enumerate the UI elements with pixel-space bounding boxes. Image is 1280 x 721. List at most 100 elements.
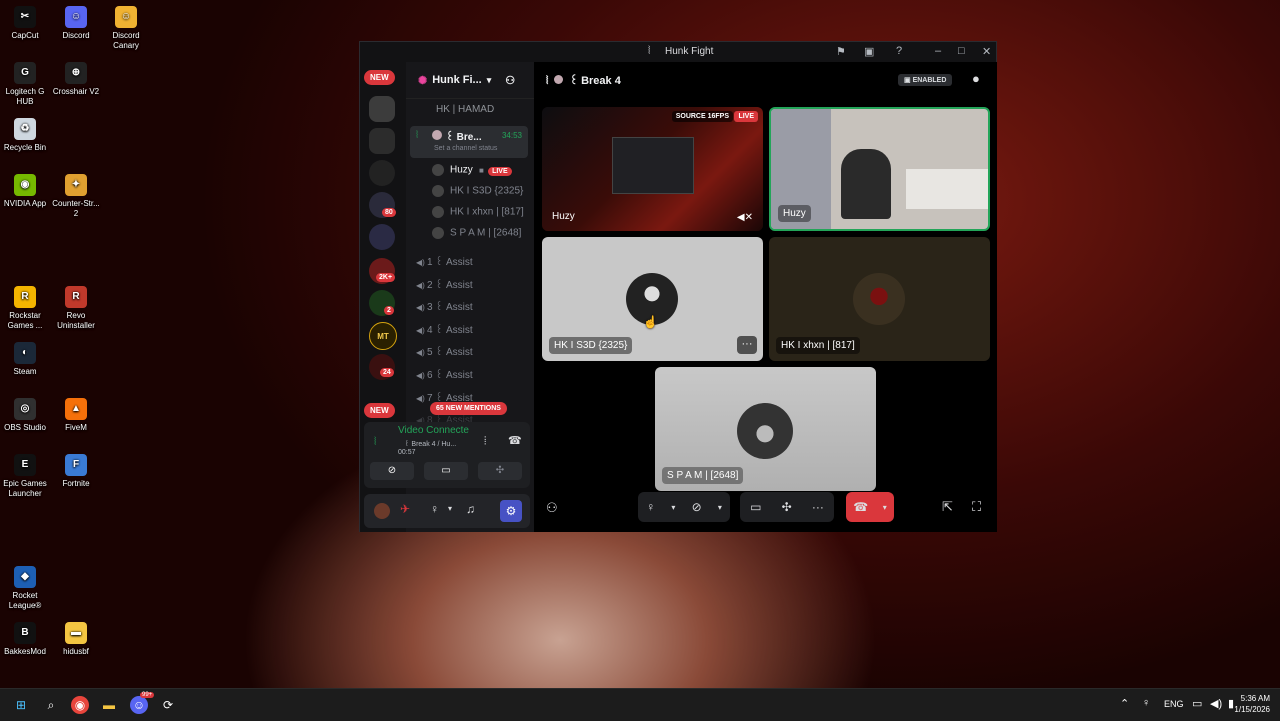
voice-user[interactable]: Huzy ■ LIVE bbox=[432, 164, 512, 176]
volume-muted-icon[interactable]: ◀✕ bbox=[737, 212, 753, 223]
assist-channel[interactable]: ◀) 4 ꒰ Assist bbox=[416, 323, 473, 336]
headphones-icon[interactable]: ♫ bbox=[466, 502, 475, 516]
invite-icon[interactable]: ⚇ bbox=[546, 500, 558, 516]
voice-channel[interactable]: ꒰ Break 4 / Hu... bbox=[404, 438, 456, 448]
desktop-icon[interactable]: ✦ Counter-Str... 2 bbox=[51, 174, 101, 219]
close-icon[interactable]: ✕ bbox=[982, 45, 991, 58]
avatar[interactable] bbox=[374, 503, 390, 519]
chrome-icon[interactable]: ◉ bbox=[71, 696, 89, 714]
camera-tile[interactable]: Huzy bbox=[769, 107, 990, 231]
mt-label: MT bbox=[377, 331, 389, 341]
server-badge-80: 80 bbox=[382, 208, 396, 217]
language-indicator[interactable]: ENG bbox=[1164, 699, 1184, 709]
disconnect-call-button[interactable]: ☎ ▾ bbox=[846, 492, 894, 522]
search-icon[interactable]: ⌕ bbox=[42, 696, 60, 714]
call-mic-icon[interactable]: ♀ bbox=[646, 500, 655, 514]
desktop-icon[interactable]: ◉ NVIDIA App bbox=[0, 174, 50, 209]
assist-channel[interactable]: ◀) 3 ꒰ Assist bbox=[416, 300, 473, 313]
chat-icon[interactable]: ● bbox=[972, 71, 980, 86]
desktop-icon[interactable]: ▬ hidusbf bbox=[51, 622, 101, 657]
server-name: Hunk Fi... bbox=[432, 74, 482, 86]
desktop-icon-label: Epic Games Launcher bbox=[3, 479, 47, 498]
server-icon-5[interactable] bbox=[369, 224, 395, 250]
call-camera-chevron-icon[interactable]: ▾ bbox=[718, 503, 722, 512]
voice-user[interactable]: HK I xhxn | [817] bbox=[432, 206, 524, 218]
call-camera-off-icon[interactable]: ⊘ bbox=[692, 500, 702, 514]
desktop-icon[interactable]: ☺ Discord bbox=[51, 6, 101, 41]
add-member-icon[interactable]: ⚇ bbox=[505, 74, 515, 87]
voice-status[interactable]: Video Connecte bbox=[398, 425, 469, 436]
noise-suppression-icon[interactable]: ⦙ bbox=[484, 435, 486, 448]
new-pill-top[interactable]: NEW bbox=[364, 70, 395, 85]
tray-mic-icon[interactable]: ♀ bbox=[1142, 697, 1150, 709]
pinned-user[interactable]: HK | HAMAD bbox=[436, 104, 526, 115]
desktop-icon[interactable]: R Revo Uninstaller bbox=[51, 286, 101, 331]
assist-channel[interactable]: ◀) 1 ꒰ Assist bbox=[416, 255, 473, 268]
participant-tile-spam[interactable]: S P A M | [2648] bbox=[655, 367, 876, 491]
enabled-badge[interactable]: ▣ ENABLED bbox=[898, 74, 953, 86]
server-header[interactable]: ✺ Hunk Fi... ▾ ⚇ bbox=[406, 62, 534, 99]
camera-off-button[interactable]: ⊘ bbox=[370, 462, 414, 480]
desktop-icon[interactable]: ☺ Discord Canary bbox=[101, 6, 151, 51]
assist-channel[interactable]: ◀) 2 ꒰ Assist bbox=[416, 278, 473, 291]
pop-out-icon[interactable]: ⇱ bbox=[942, 499, 953, 515]
screen-share-button[interactable]: ▭ bbox=[424, 462, 468, 480]
voice-user[interactable]: HK I S3D {2325} bbox=[432, 185, 523, 197]
activities-button[interactable]: ✣ bbox=[478, 462, 522, 480]
discord-taskbar-icon[interactable]: ☺ bbox=[130, 696, 148, 714]
network-icon[interactable]: ▭ bbox=[1192, 697, 1202, 710]
desktop-icon[interactable]: ♻ Recycle Bin bbox=[0, 118, 50, 153]
mic-chevron-icon[interactable]: ▾ bbox=[448, 504, 452, 513]
active-voice-channel[interactable]: ⦚ ꒰ Bre... 34:53 Set a channel status bbox=[410, 126, 528, 158]
inbox-icon[interactable]: ▣ bbox=[864, 45, 874, 58]
voice-timer: 00:57 bbox=[398, 449, 416, 456]
pinned-user-name: HK | HAMAD bbox=[436, 104, 495, 115]
server-icon-2[interactable] bbox=[369, 128, 395, 154]
desktop-icon[interactable]: F Fortnite bbox=[51, 454, 101, 489]
desktop-icon[interactable]: R Rockstar Games ... bbox=[0, 286, 50, 331]
participant-tile-s3d[interactable]: HK I S3D {2325} ··· bbox=[542, 237, 763, 361]
hang-up-chevron-icon[interactable]: ▾ bbox=[883, 503, 887, 512]
app-taskbar-icon[interactable]: ⟳ bbox=[159, 696, 177, 714]
new-pill-bottom[interactable]: NEW bbox=[364, 403, 395, 418]
desktop-icon[interactable]: B BakkesMod bbox=[0, 622, 50, 657]
server-icon-mt[interactable]: MT bbox=[369, 322, 397, 350]
call-more-icon[interactable]: ··· bbox=[812, 500, 824, 514]
call-activities-icon[interactable]: ✣ bbox=[782, 500, 792, 514]
minimize-icon[interactable]: – bbox=[935, 45, 941, 57]
server-icon-1[interactable] bbox=[369, 96, 395, 122]
disconnect-icon[interactable]: ☎ bbox=[508, 434, 522, 447]
new-mentions-pill[interactable]: 65 NEW MENTIONS bbox=[430, 402, 507, 415]
maximize-icon[interactable]: □ bbox=[958, 45, 965, 57]
call-mic-chevron-icon[interactable]: ▾ bbox=[671, 503, 675, 512]
start-icon[interactable]: ⊞ bbox=[12, 696, 30, 714]
participant-tile-xhxn[interactable]: HK I xhxn | [817] bbox=[769, 237, 990, 361]
volume-icon[interactable]: ◀) bbox=[1210, 697, 1222, 710]
game-icon[interactable]: ✈ bbox=[400, 502, 410, 516]
settings-gear-icon[interactable]: ⚙ bbox=[500, 500, 522, 522]
more-options-icon[interactable]: ··· bbox=[737, 336, 757, 354]
channel-status-placeholder[interactable]: Set a channel status bbox=[434, 145, 497, 152]
assist-channel[interactable]: ◀) 5 ꒰ Assist bbox=[416, 345, 473, 358]
desktop-icon[interactable]: ▲ FiveM bbox=[51, 398, 101, 433]
desktop-icon[interactable]: ◆ Rocket League® bbox=[0, 566, 50, 611]
voice-user-avatar bbox=[432, 185, 444, 197]
desktop-icon[interactable]: ◎ OBS Studio bbox=[0, 398, 50, 433]
assist-channel[interactable]: ◀) 6 ꒰ Assist bbox=[416, 368, 473, 381]
desktop-icon[interactable]: ⊕ Crosshair V2 bbox=[51, 62, 101, 97]
tray-chevron-icon[interactable]: ⌃ bbox=[1120, 697, 1129, 710]
server-icon-3[interactable] bbox=[369, 160, 395, 186]
desktop-icon[interactable]: ✂ CapCut bbox=[0, 6, 50, 41]
desktop-icon[interactable]: ◐ Steam bbox=[0, 342, 50, 377]
desktop-icon[interactable]: G Logitech G HUB bbox=[0, 62, 50, 107]
flag-icon[interactable]: ⚑ bbox=[836, 45, 846, 58]
voice-user[interactable]: S P A M | [2648] bbox=[432, 227, 521, 239]
help-icon[interactable]: ? bbox=[896, 45, 902, 57]
microphone-icon[interactable]: ♀ bbox=[430, 502, 439, 516]
stream-tile[interactable]: SOURCE 16FPS LIVE Huzy ◀✕ bbox=[542, 107, 763, 231]
file-explorer-icon[interactable]: ▬ bbox=[100, 696, 118, 714]
fullscreen-icon[interactable]: ⛶ bbox=[972, 499, 981, 515]
desktop-icon[interactable]: E Epic Games Launcher bbox=[0, 454, 50, 499]
clock[interactable]: 5:36 AM 1/15/2026 bbox=[1230, 693, 1270, 715]
call-screen-share-icon[interactable]: ▭ bbox=[750, 500, 761, 514]
